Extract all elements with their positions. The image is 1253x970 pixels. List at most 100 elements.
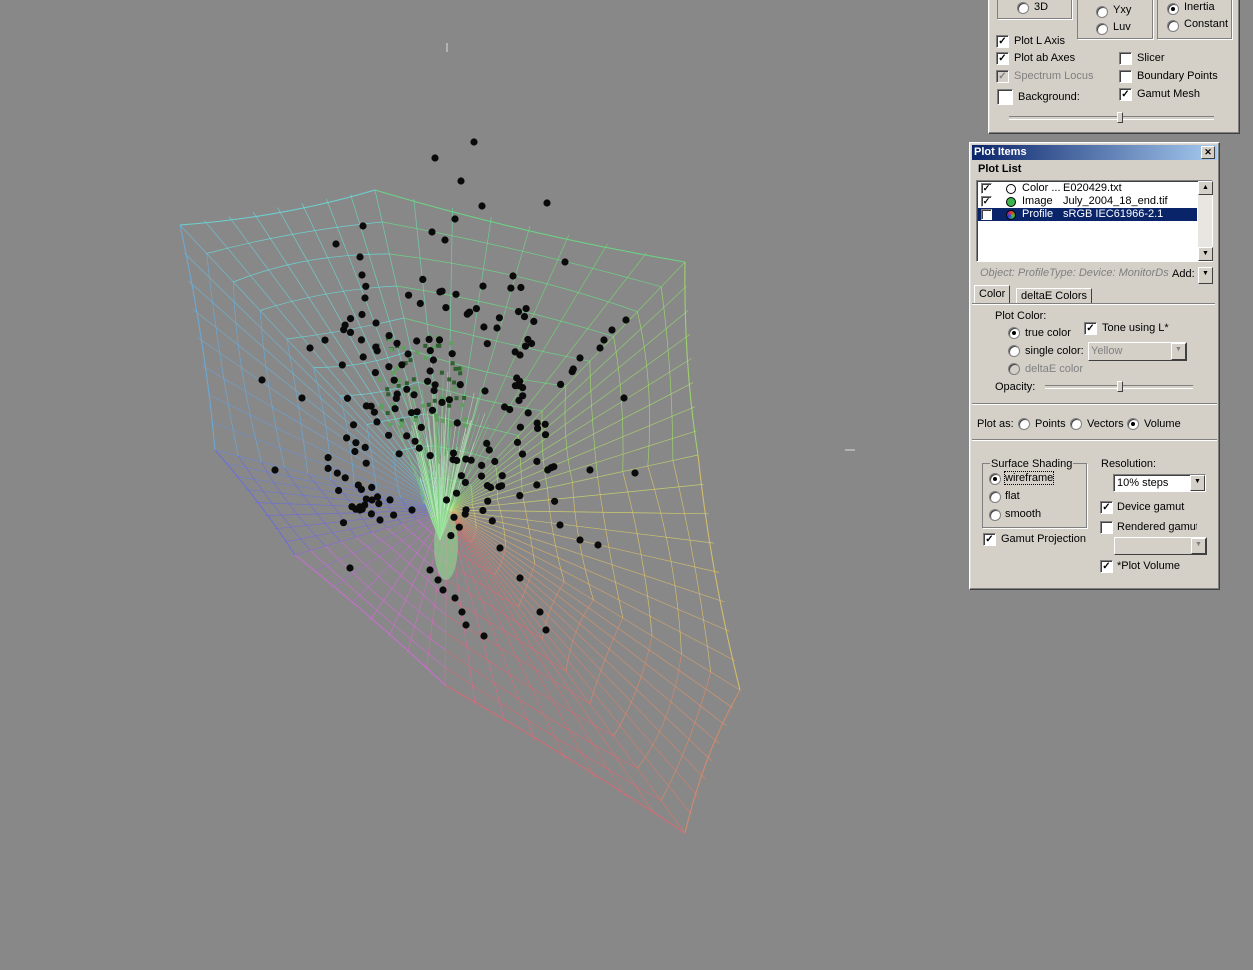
rendered-gamut-checkbox[interactable] — [1100, 521, 1113, 534]
mesh-ring-segment — [637, 311, 650, 467]
plot-volume-checkbox[interactable]: ✓ — [1100, 560, 1113, 573]
color-data-point — [472, 305, 480, 313]
plot-list-row[interactable]: ✓ Color ... E020429.txt — [978, 182, 1197, 195]
smooth-radio[interactable] — [989, 509, 1001, 521]
row-checkbox[interactable]: ✓ — [981, 209, 992, 220]
gamut-wireframe-mesh — [179, 189, 741, 834]
color-data-point — [438, 398, 446, 406]
color-data-point — [408, 506, 416, 514]
plot-as-vectors-radio[interactable] — [1070, 418, 1082, 430]
color-data-point — [576, 354, 584, 362]
gamut-projection-checkbox[interactable]: ✓ — [983, 533, 996, 546]
color-data-point — [530, 317, 538, 325]
plot-ab-axes-label: Plot ab Axes — [1014, 52, 1076, 64]
row-type: Image — [1022, 195, 1053, 207]
image-gamut-voxel — [411, 377, 416, 382]
color-data-point — [375, 500, 383, 508]
boundary-points-checkbox[interactable] — [1119, 70, 1132, 83]
plot-list-scrollbar[interactable]: ▲ ▼ — [1198, 181, 1213, 261]
background-color-swatch[interactable] — [997, 89, 1013, 105]
resolution-dropdown-icon[interactable]: ▼ — [1190, 475, 1205, 491]
scroll-down-arrow-icon[interactable]: ▼ — [1198, 247, 1213, 261]
motion-constant-radio[interactable] — [1167, 20, 1179, 32]
image-gamut-voxel — [460, 403, 465, 408]
deltae-color-radio[interactable] — [1008, 363, 1020, 375]
color-data-point — [513, 374, 521, 382]
spectrum-locus-checkbox[interactable]: ✓ — [996, 70, 1009, 83]
color-data-point — [341, 474, 349, 482]
image-gamut-voxel — [458, 371, 463, 376]
gamut-mesh-label: Gamut Mesh — [1137, 88, 1200, 100]
color-data-point — [501, 403, 509, 411]
single-color-radio[interactable] — [1008, 345, 1020, 357]
plot-as-points-radio[interactable] — [1018, 418, 1030, 430]
flat-radio[interactable] — [989, 491, 1001, 503]
opacity-slider-thumb[interactable] — [1117, 381, 1123, 392]
resolution-select[interactable]: 10% steps ▼ — [1113, 474, 1206, 492]
image-gamut-voxel — [449, 341, 454, 346]
flat-label: flat — [1005, 490, 1020, 502]
single-color-dropdown-icon[interactable]: ▼ — [1171, 343, 1186, 360]
motion-inertia-radio[interactable] — [1167, 3, 1179, 15]
color-data-point — [622, 316, 630, 324]
row-checkbox[interactable]: ✓ — [981, 196, 992, 207]
color-data-point — [429, 356, 437, 364]
profile-icon — [1006, 210, 1016, 220]
space-luv-radio[interactable] — [1096, 23, 1108, 35]
image-gamut-voxel — [426, 402, 431, 407]
image-gamut-voxel — [408, 358, 413, 363]
color-data-point — [442, 496, 451, 504]
image-gamut-voxel — [434, 413, 439, 418]
gamut-mesh-checkbox[interactable]: ✓ — [1119, 88, 1132, 101]
plot-list-row[interactable]: ✓ Profile sRGB IEC61966-2.1 — [978, 208, 1197, 221]
row-name: July_2004_18_end.tif — [1063, 195, 1168, 207]
image-gamut-voxel — [395, 366, 400, 371]
tone-using-l-checkbox[interactable]: ✓ — [1084, 322, 1097, 335]
view-slider-thumb[interactable] — [1117, 112, 1123, 123]
plot-list-row[interactable]: ✓ Image July_2004_18_end.tif — [978, 195, 1197, 208]
color-data-point — [343, 434, 351, 442]
plot-items-titlebar[interactable]: Plot Items ✕ — [972, 145, 1217, 160]
color-data-point — [457, 177, 465, 185]
view-slider-track — [1009, 116, 1214, 120]
color-data-point — [351, 447, 359, 456]
color-data-point — [514, 308, 523, 316]
space-yxy-radio[interactable] — [1096, 6, 1108, 18]
rendered-gamut-dropdown-icon[interactable]: ▼ — [1191, 538, 1206, 554]
color-data-point — [430, 386, 438, 395]
close-icon[interactable]: ✕ — [1201, 146, 1215, 159]
wireframe-label: wireframe — [1003, 471, 1055, 485]
gamut-3d-viewport[interactable] — [0, 0, 960, 970]
tab-deltae-colors[interactable]: deltaE Colors — [1016, 288, 1093, 303]
color-data-point — [608, 326, 616, 334]
tab-color[interactable]: Color — [974, 285, 1011, 303]
color-data-point — [561, 258, 569, 266]
plot-ab-axes-checkbox[interactable]: ✓ — [996, 52, 1009, 65]
color-data-point — [403, 385, 411, 393]
row-checkbox[interactable]: ✓ — [981, 183, 992, 194]
color-data-point — [451, 594, 459, 602]
color-data-point — [385, 363, 393, 371]
device-gamut-checkbox[interactable]: ✓ — [1100, 501, 1113, 514]
mode-3d-radio[interactable] — [1017, 2, 1029, 14]
slicer-checkbox[interactable] — [1119, 52, 1132, 65]
true-color-radio[interactable] — [1008, 327, 1020, 339]
color-data-point — [431, 154, 439, 162]
image-gamut-voxel — [432, 398, 437, 403]
plot-as-volume-radio[interactable] — [1127, 418, 1139, 430]
color-data-point — [425, 335, 433, 343]
scroll-up-arrow-icon[interactable]: ▲ — [1198, 181, 1213, 195]
wireframe-radio[interactable] — [989, 473, 1001, 485]
deltae-color-label: deltaE color — [1025, 363, 1084, 375]
rendered-gamut-select[interactable]: ▼ — [1114, 537, 1207, 555]
plot-l-axis-checkbox[interactable]: ✓ — [996, 35, 1009, 48]
add-dropdown-arrow-icon[interactable]: ▼ — [1198, 267, 1213, 284]
slicer-label: Slicer — [1137, 52, 1165, 64]
image-gamut-voxel — [441, 418, 445, 423]
color-data-point — [405, 291, 413, 299]
single-color-select[interactable]: Yellow ▼ — [1088, 342, 1187, 361]
rendered-gamut-label: Rendered gamut — [1117, 521, 1197, 533]
plot-list-box[interactable]: ✓ Color ... E020429.txt ✓ Image July_2004_18_… — [976, 180, 1213, 262]
image-gamut-voxel — [450, 361, 455, 366]
plot-volume-label: *Plot Volume — [1117, 560, 1180, 572]
